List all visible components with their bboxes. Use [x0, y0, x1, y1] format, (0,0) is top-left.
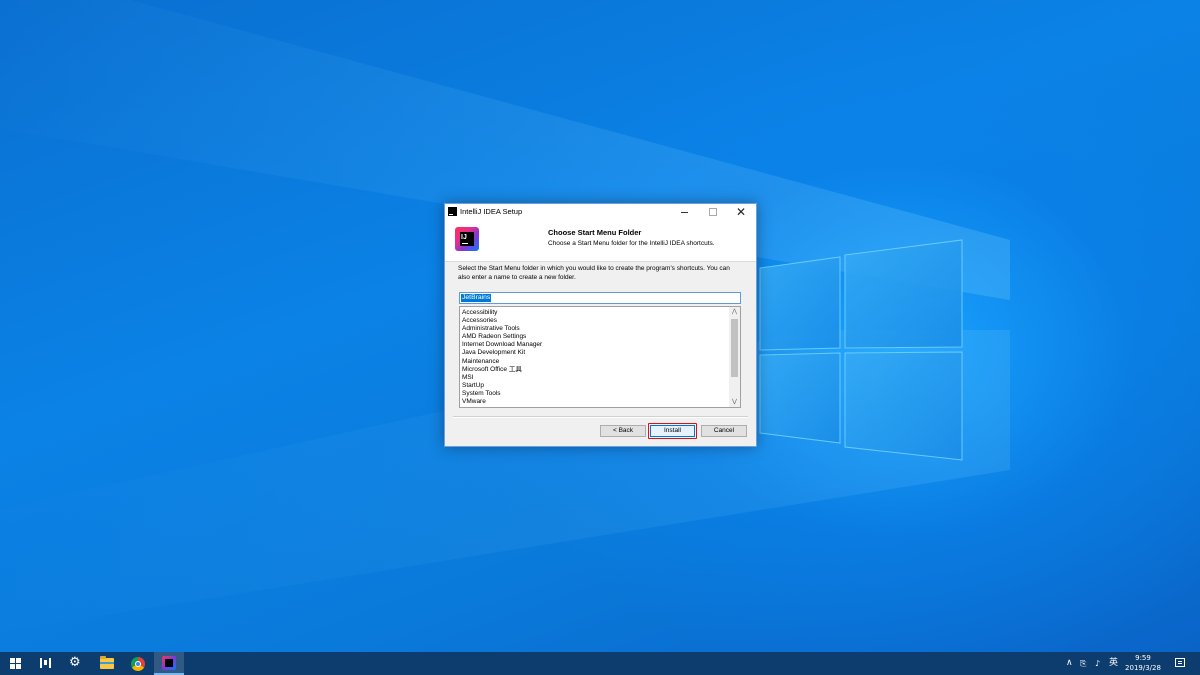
page-subtitle: Choose a Start Menu folder for the Intel… [548, 240, 715, 247]
vertical-scrollbar[interactable]: ⋀ ⋁ [729, 307, 740, 407]
input-method-icon[interactable]: 英 [1109, 652, 1118, 675]
close-button[interactable]: ✕ [727, 204, 755, 220]
list-item[interactable]: System Tools [462, 390, 728, 398]
task-view-button[interactable] [30, 652, 60, 675]
folder-list: Accessibility Accessories Administrative… [462, 309, 728, 406]
list-item[interactable]: Internet Download Manager [462, 341, 728, 349]
button-divider [453, 416, 748, 418]
list-item[interactable]: VMware [462, 398, 728, 406]
install-highlight-box [648, 423, 697, 439]
title-bar[interactable]: IntelliJ IDEA Setup ✕ [445, 204, 756, 220]
list-item[interactable]: StartUp [462, 382, 728, 390]
list-item[interactable]: Maintenance [462, 358, 728, 366]
window-title: IntelliJ IDEA Setup [460, 207, 523, 216]
list-item[interactable]: Java Development Kit [462, 349, 728, 357]
cancel-button[interactable]: Cancel [701, 425, 747, 437]
settings-icon: ⚙ [69, 655, 81, 670]
chrome-button[interactable] [123, 652, 153, 675]
action-center-icon[interactable] [1175, 658, 1185, 667]
intellij-app-icon [448, 207, 457, 216]
list-item[interactable]: Accessibility [462, 309, 728, 317]
list-item[interactable]: Accessories [462, 317, 728, 325]
task-view-icon [40, 658, 51, 668]
folder-name-input[interactable] [459, 292, 741, 304]
description-text: Select the Start Menu folder in which yo… [458, 265, 730, 281]
intellij-logo-icon: IJ [455, 227, 479, 251]
list-item[interactable]: Administrative Tools [462, 325, 728, 333]
start-button[interactable] [0, 652, 30, 675]
page-title: Choose Start Menu Folder [548, 228, 642, 237]
setup-dialog: IntelliJ IDEA Setup ✕ IJ Choose Start Me… [444, 203, 757, 447]
system-clock[interactable]: 9:59 2019/3/28 [1122, 653, 1164, 673]
back-button[interactable]: < Back [600, 425, 646, 437]
chrome-icon [131, 657, 145, 671]
volume-icon[interactable]: ♪ [1095, 652, 1100, 675]
intellij-taskbar-button[interactable] [154, 652, 184, 675]
taskbar: ⚙ ∧ ⎘ ♪ 英 9:59 2019/3/28 [0, 652, 1200, 675]
scroll-down-icon[interactable]: ⋁ [729, 397, 740, 407]
scroll-up-icon[interactable]: ⋀ [729, 307, 740, 317]
minimize-button[interactable] [671, 204, 699, 220]
list-item[interactable]: AMD Radeon Settings [462, 333, 728, 341]
logo-text: IJ [460, 232, 474, 246]
header-band: IJ Choose Start Menu Folder Choose a Sta… [445, 220, 756, 262]
start-icon [10, 658, 21, 669]
network-icon[interactable]: ⎘ [1080, 652, 1086, 675]
list-item[interactable]: Microsoft Office 工具 [462, 366, 728, 374]
list-item[interactable]: MSI [462, 374, 728, 382]
show-hidden-icons-icon[interactable]: ∧ [1066, 652, 1073, 675]
intellij-icon [162, 656, 176, 670]
clock-date: 2019/3/28 [1125, 664, 1161, 672]
folder-listbox[interactable]: Accessibility Accessories Administrative… [459, 306, 741, 408]
scrollbar-thumb[interactable] [731, 319, 738, 377]
maximize-button[interactable] [699, 204, 727, 220]
clock-time: 9:59 [1135, 654, 1151, 662]
file-explorer-icon [100, 656, 114, 669]
settings-button[interactable]: ⚙ [61, 652, 91, 675]
file-explorer-button[interactable] [92, 652, 122, 675]
folder-name-selected-text: JetBrains [461, 294, 492, 302]
